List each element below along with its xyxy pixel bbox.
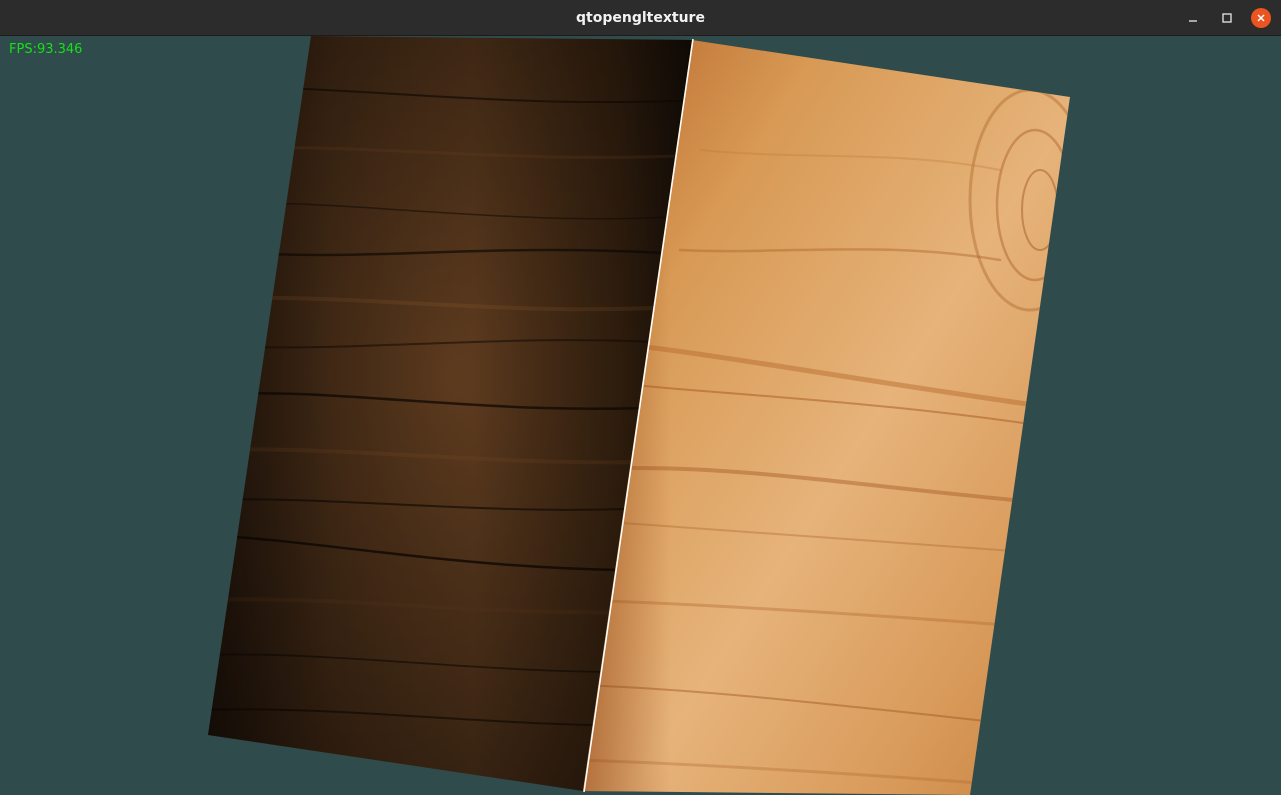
close-button[interactable] — [1251, 8, 1271, 28]
fps-counter: FPS:93.346 — [9, 42, 83, 57]
app-window: qtopengltexture FPS:93.346 — [0, 0, 1281, 795]
minimize-icon — [1189, 20, 1197, 22]
opengl-viewport[interactable] — [0, 36, 1281, 795]
minimize-button[interactable] — [1183, 8, 1203, 28]
textured-quad-scene — [208, 36, 1070, 795]
window-title: qtopengltexture — [576, 10, 705, 26]
maximize-icon — [1222, 13, 1232, 23]
close-icon — [1257, 14, 1265, 22]
maximize-button[interactable] — [1217, 8, 1237, 28]
title-bar[interactable]: qtopengltexture — [0, 0, 1281, 36]
close-button-circle — [1251, 8, 1271, 28]
